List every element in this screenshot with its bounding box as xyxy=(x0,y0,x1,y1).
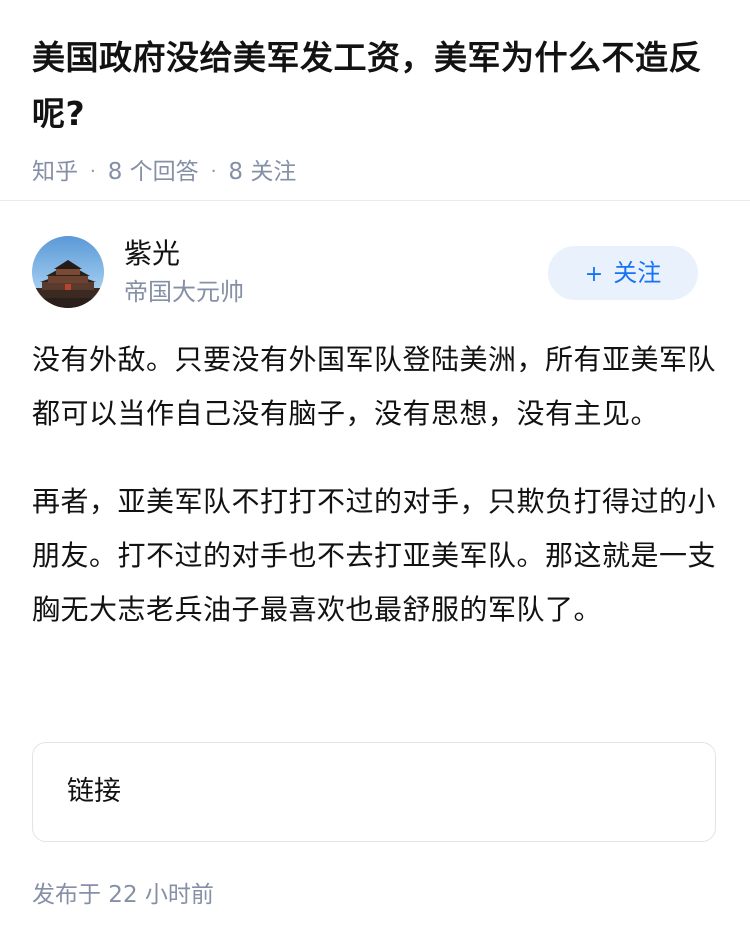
author-headline: 帝国大元帅 xyxy=(124,278,244,306)
answer-count[interactable]: 8 个回答 xyxy=(108,159,199,185)
answer-paragraph: 再者，亚美军队不打打不过的对手，只欺负打得过的小朋友。打不过的对手也不去打亚美军… xyxy=(32,485,717,626)
publish-time: 发布于 22 小时前 xyxy=(32,882,214,908)
question-title[interactable]: 美国政府没给美军发工资，美军为什么不造反呢? xyxy=(32,30,722,142)
follower-count: 8 关注 xyxy=(228,159,297,185)
question-meta: 知乎 · 8 个回答 · 8 关注 xyxy=(32,152,722,192)
plus-icon: + xyxy=(584,262,604,287)
answer-paragraph: 没有外敌。只要没有外国军队登陆美洲，所有亚美军队都可以当作自己没有脑子，没有思想… xyxy=(32,343,717,430)
follow-button-label: 关注 xyxy=(613,259,662,287)
separator-dot: · xyxy=(90,161,96,182)
link-card[interactable]: 链接 xyxy=(32,742,716,842)
separator-dot: · xyxy=(210,161,217,182)
divider xyxy=(0,200,750,201)
source-label[interactable]: 知乎 xyxy=(32,159,78,185)
question-header: 美国政府没给美军发工资，美军为什么不造反呢? 知乎 · 8 个回答 · 8 关注 xyxy=(32,30,722,192)
answer-content: 没有外敌。只要没有外国军队登陆美洲，所有亚美军队都可以当作自己没有脑子，没有思想… xyxy=(32,333,722,637)
follow-button[interactable]: + 关注 xyxy=(548,246,698,300)
author-name[interactable]: 紫光 xyxy=(124,236,180,272)
link-card-label: 链接 xyxy=(67,776,121,807)
avatar[interactable] xyxy=(32,236,104,308)
author-info: 紫光 帝国大元帅 + 关注 xyxy=(32,236,718,308)
pagoda-avatar-image xyxy=(32,260,104,308)
